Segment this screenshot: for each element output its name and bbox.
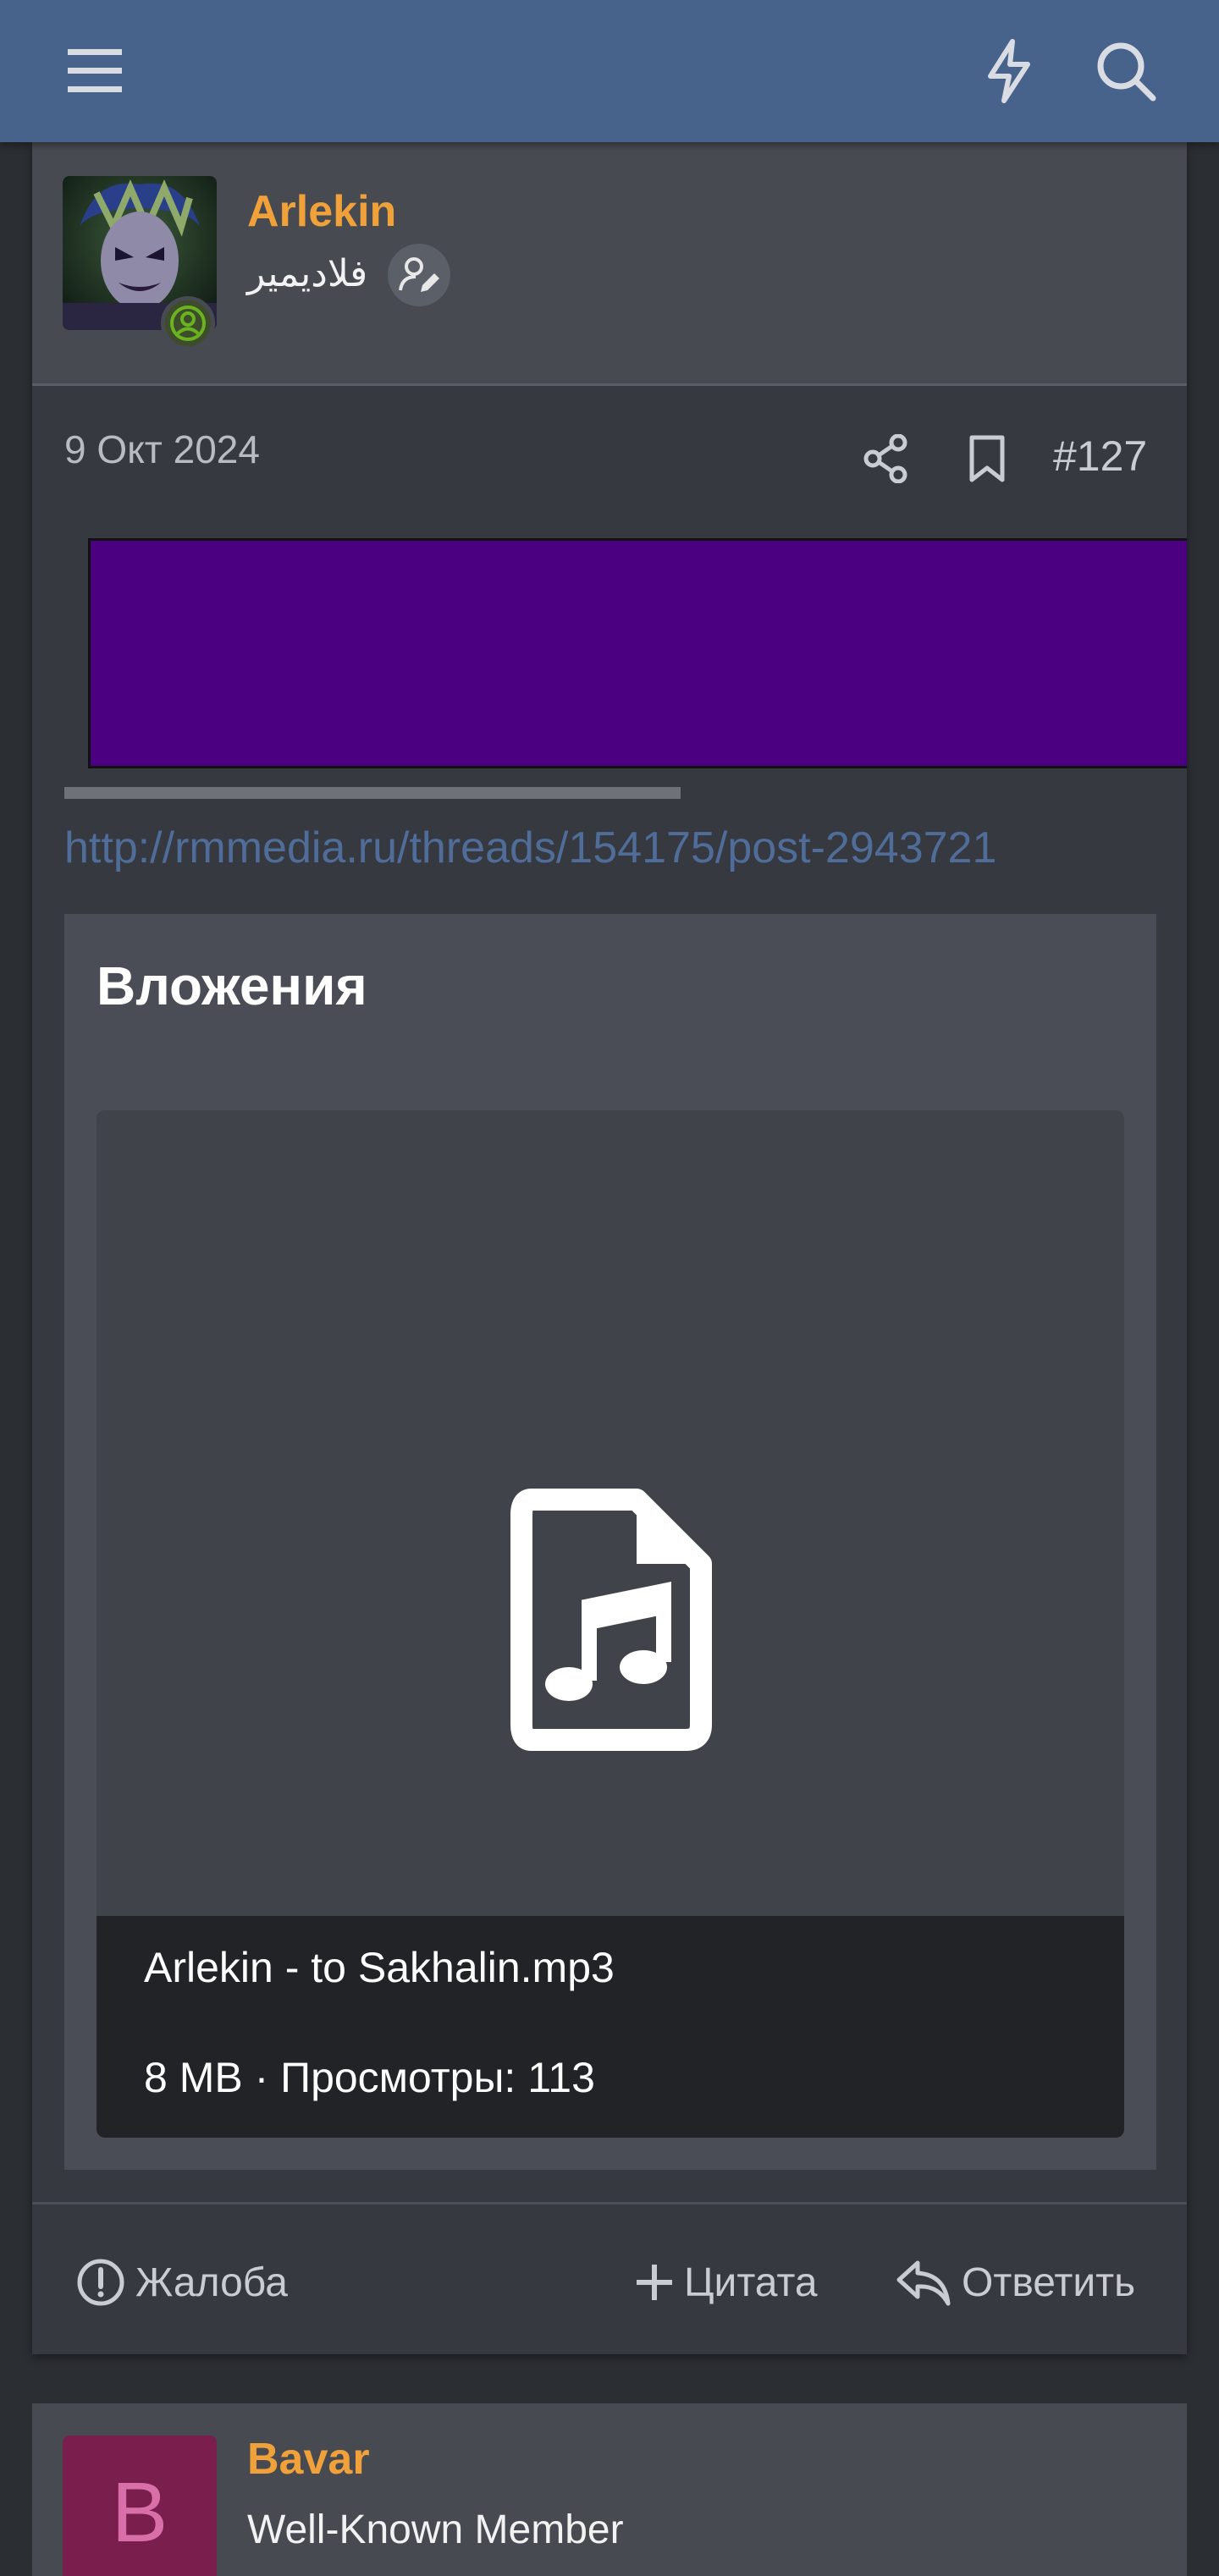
alert-circle-icon xyxy=(77,2259,124,2306)
whats-new-button[interactable] xyxy=(970,32,1048,110)
online-status-badge xyxy=(161,296,215,350)
attachment-info-bar: Arlekin - to Sakhalin.mp3 8 MB · Просмот… xyxy=(97,1916,1124,2138)
audio-file-icon xyxy=(510,1489,712,1751)
horizontal-scrollbar[interactable] xyxy=(64,787,681,799)
report-button[interactable]: Жалоба xyxy=(76,2248,288,2316)
author-name-link[interactable]: Bavar xyxy=(247,2434,370,2485)
embedded-player-frame[interactable] xyxy=(88,538,1187,768)
post-actions-bar: Жалоба Цитата Ответить xyxy=(32,2202,1187,2354)
avatar[interactable]: B xyxy=(63,2436,217,2576)
author-title: فلاديمير xyxy=(247,253,368,294)
attachments-heading: Вложения xyxy=(97,955,367,1016)
author-name-link[interactable]: Arlekin xyxy=(247,186,396,237)
lightning-bolt-icon xyxy=(988,39,1030,103)
forum-post: Arlekin فلاديمير 9 Окт 2024 #127 http://… xyxy=(32,142,1187,2354)
report-label: Жалоба xyxy=(135,2260,288,2305)
quote-label: Цитата xyxy=(684,2260,818,2305)
user-edit-icon xyxy=(399,257,439,292)
forum-post-next: B Bavar Well-Known Member xyxy=(32,2403,1187,2576)
share-button[interactable] xyxy=(852,425,919,493)
attachment-meta: 8 MB · Просмотры: 113 xyxy=(144,2054,595,2101)
user-title-edit-button[interactable] xyxy=(388,244,450,306)
quote-button[interactable]: Цитата xyxy=(635,2248,818,2316)
reply-label: Ответить xyxy=(962,2260,1136,2305)
post-number-link[interactable]: #127 xyxy=(1053,432,1147,481)
plus-icon xyxy=(637,2265,672,2300)
post-url-link[interactable]: http://rmmedia.ru/threads/154175/post-29… xyxy=(64,823,996,873)
attachment-file-card[interactable]: Arlekin - to Sakhalin.mp3 8 MB · Просмот… xyxy=(97,1110,1124,2138)
attachments-block: Вложения Arlekin - to Sakhalin.mp3 8 MB … xyxy=(64,914,1156,2170)
bookmark-icon xyxy=(969,435,1005,482)
hamburger-icon xyxy=(68,49,122,92)
attachment-file-name[interactable]: Arlekin - to Sakhalin.mp3 xyxy=(144,1943,615,1992)
reply-button[interactable]: Ответить xyxy=(896,2248,1135,2316)
bookmark-button[interactable] xyxy=(953,425,1021,493)
user-circle-icon xyxy=(170,305,206,341)
post-author-block: Arlekin فلاديمير xyxy=(32,142,1187,386)
share-icon xyxy=(863,434,907,483)
post-date[interactable]: 9 Окт 2024 xyxy=(64,427,260,472)
menu-button[interactable] xyxy=(56,32,134,110)
top-navigation-bar xyxy=(0,0,1219,142)
author-title: Well-Known Member xyxy=(247,2507,624,2552)
reply-arrow-icon xyxy=(896,2260,951,2306)
search-icon xyxy=(1097,42,1156,102)
search-button[interactable] xyxy=(1087,32,1165,110)
